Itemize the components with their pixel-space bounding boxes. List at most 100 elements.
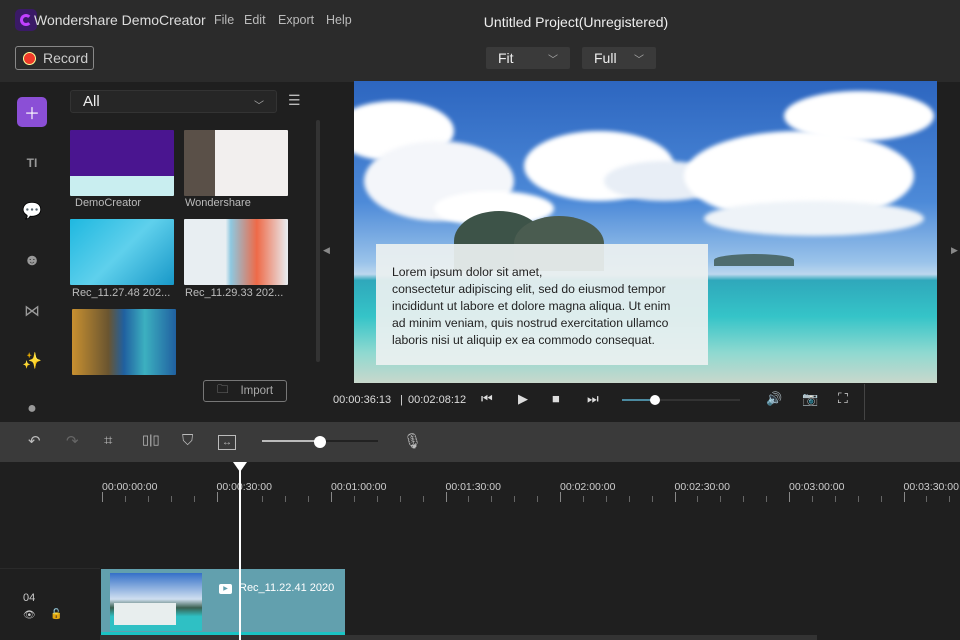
ruler-tick bbox=[834, 496, 836, 502]
ruler-tick bbox=[376, 496, 378, 502]
ruler-tick bbox=[903, 492, 905, 502]
clip-text-overlay bbox=[114, 603, 176, 625]
fit-timeline-icon[interactable]: ↔ bbox=[218, 435, 236, 450]
chevron-down-icon: ﹀ bbox=[634, 54, 644, 66]
ruler-tick bbox=[216, 492, 218, 502]
media-thumbnail[interactable] bbox=[70, 130, 174, 196]
ruler-tick bbox=[674, 492, 676, 502]
cursor-effect-icon[interactable]: ● bbox=[17, 394, 47, 424]
media-scrollbar[interactable] bbox=[316, 120, 320, 362]
skip-back-icon[interactable]: ⏮ bbox=[481, 391, 493, 407]
annotation-icon[interactable]: 💬 bbox=[17, 196, 47, 226]
ruler-tick bbox=[468, 496, 470, 502]
ruler-tick bbox=[353, 496, 355, 502]
ruler-tick bbox=[285, 496, 287, 502]
media-thumbnail[interactable] bbox=[70, 219, 174, 285]
text-line: consectetur adipiscing elit, sed do eius… bbox=[392, 282, 666, 296]
timeline-zoom-handle[interactable] bbox=[314, 436, 326, 448]
playhead-handle[interactable] bbox=[233, 462, 247, 472]
redo-icon[interactable]: ↷ bbox=[66, 432, 79, 450]
list-menu-icon[interactable]: ☰ bbox=[288, 92, 301, 109]
ruler-tick bbox=[147, 496, 149, 502]
microphone-icon[interactable]: 🎙 bbox=[403, 432, 422, 450]
lock-icon[interactable]: 🔓 bbox=[50, 609, 62, 620]
media-thumbnail[interactable] bbox=[184, 130, 288, 196]
ruler-tick bbox=[926, 496, 928, 502]
time-separator: | bbox=[400, 394, 403, 406]
stop-icon[interactable]: ■ bbox=[552, 391, 560, 406]
ruler-tick bbox=[514, 496, 516, 502]
timeline-clip[interactable]: ▶ Rec_11.22.41 2020 bbox=[101, 569, 345, 635]
media-filter-select[interactable]: All ﹀ bbox=[70, 90, 277, 113]
divider bbox=[0, 568, 100, 569]
visibility-eye-icon[interactable]: 👁 bbox=[23, 610, 36, 621]
ruler-tick bbox=[331, 492, 332, 502]
text-line: Lorem ipsum dolor sit amet, bbox=[392, 265, 543, 279]
skip-forward-icon[interactable]: ⏭ bbox=[587, 391, 599, 407]
playback-slider-handle[interactable] bbox=[650, 395, 661, 405]
text-icon[interactable]: TI bbox=[17, 148, 47, 178]
ruler-label: 00:01:30:00 bbox=[445, 481, 501, 493]
timeline-scrollbar[interactable] bbox=[100, 635, 817, 640]
ruler-tick bbox=[491, 496, 493, 502]
ruler-label: 00:01:00:00 bbox=[331, 481, 387, 493]
split-icon[interactable]: ▯|▯ bbox=[142, 432, 160, 448]
crop-icon[interactable]: ⌗ bbox=[104, 432, 112, 449]
ruler-tick bbox=[628, 496, 630, 502]
snapshot-camera-icon[interactable]: 📷 bbox=[802, 391, 818, 407]
timeline-zoom-fill bbox=[262, 440, 320, 442]
import-button[interactable]: 🗀 Import bbox=[203, 380, 287, 402]
ruler-tick bbox=[949, 496, 951, 502]
ruler-tick bbox=[605, 496, 607, 502]
record-button[interactable]: Record bbox=[15, 46, 94, 70]
divider bbox=[864, 384, 865, 420]
ruler-tick bbox=[445, 492, 447, 502]
text-line: laboris nisi ut aliquip ex ea commodo co… bbox=[392, 333, 655, 347]
tool-sidebar: ＋ TI 💬 ☻ ⋈ ✨ ● bbox=[0, 82, 60, 422]
marker-icon[interactable]: ⛉ bbox=[182, 432, 193, 449]
volume-icon[interactable]: 🔊 bbox=[766, 391, 782, 407]
ruler-tick bbox=[766, 496, 768, 502]
collapse-right-icon[interactable]: ▶ bbox=[951, 245, 958, 256]
ruler-tick bbox=[880, 496, 882, 502]
playhead[interactable] bbox=[239, 462, 241, 640]
ruler-tick bbox=[697, 496, 699, 502]
chevron-down-icon: ﹀ bbox=[254, 101, 264, 112]
ruler-label: 00:00:30:00 bbox=[216, 481, 272, 493]
media-label: DemoCreator bbox=[75, 197, 142, 209]
video-preview[interactable]: Lorem ipsum dolor sit amet, consectetur … bbox=[354, 81, 937, 383]
playback-track[interactable] bbox=[660, 399, 740, 401]
ruler-label: 00:03:00:00 bbox=[789, 481, 845, 493]
import-label: Import bbox=[240, 385, 274, 397]
text-overlay[interactable]: Lorem ipsum dolor sit amet, consectetur … bbox=[376, 244, 708, 365]
ruler-label: 00:00:00:00 bbox=[102, 481, 158, 493]
video-clip-icon: ▶ bbox=[219, 584, 232, 594]
ruler-label: 00:03:30:00 bbox=[903, 481, 959, 493]
window-title: Untitled Project(Unregistered) bbox=[483, 14, 669, 30]
media-thumbnail[interactable] bbox=[72, 309, 176, 375]
quality-select[interactable]: Full ﹀ bbox=[582, 47, 656, 69]
current-time: 00:00:36:13 bbox=[333, 394, 392, 406]
sticker-icon[interactable]: ☻ bbox=[17, 246, 47, 276]
ruler-label: 00:02:00:00 bbox=[560, 481, 616, 493]
ruler-tick bbox=[399, 496, 401, 502]
ruler-tick bbox=[537, 496, 539, 502]
fit-select[interactable]: Fit ﹀ bbox=[486, 47, 570, 69]
total-time: 00:02:08:12 bbox=[408, 394, 467, 406]
ruler-tick bbox=[193, 496, 195, 502]
media-panel: All ﹀ ☰ DemoCreator Wondershare Rec_11.27… bbox=[60, 82, 325, 422]
collapse-left-icon[interactable]: ◀ bbox=[323, 245, 330, 256]
ruler-tick bbox=[811, 496, 813, 502]
effects-wand-icon[interactable]: ✨ bbox=[17, 346, 47, 376]
transition-icon[interactable]: ⋈ bbox=[17, 296, 47, 326]
fullscreen-icon[interactable]: ⛶ bbox=[838, 390, 848, 407]
record-label: Record bbox=[43, 50, 89, 66]
clip-thumbnail bbox=[110, 573, 202, 631]
play-icon[interactable]: ▶ bbox=[518, 391, 528, 407]
media-library-icon[interactable]: ＋ bbox=[17, 97, 47, 127]
track-number: 04 bbox=[23, 592, 36, 604]
undo-icon[interactable]: ↶ bbox=[28, 432, 41, 450]
media-thumbnail[interactable] bbox=[184, 219, 288, 285]
ruler-label: 00:02:30:00 bbox=[674, 481, 730, 493]
clip-name: Rec_11.22.41 2020 bbox=[239, 582, 335, 594]
